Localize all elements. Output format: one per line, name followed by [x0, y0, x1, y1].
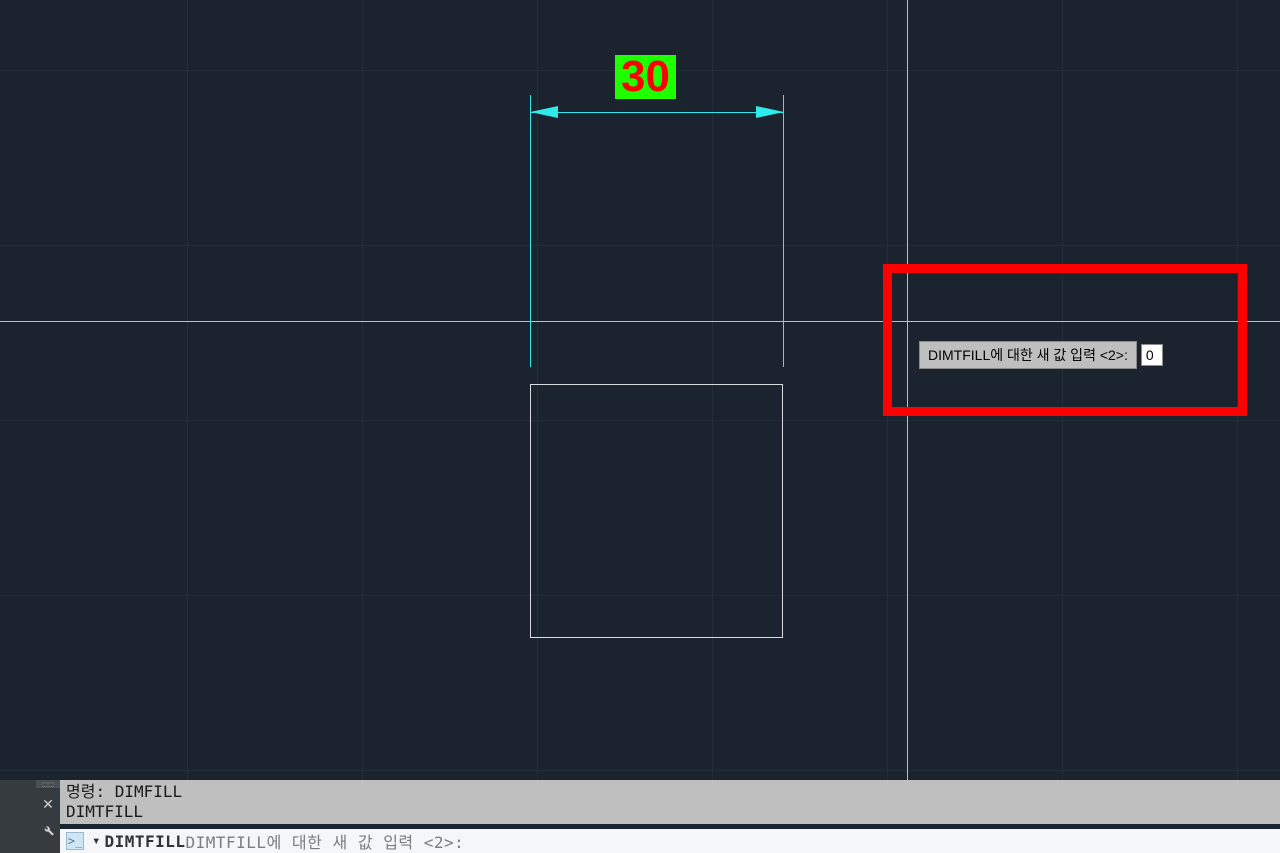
chevron-down-icon[interactable]: ▾	[88, 833, 104, 849]
command-panel: :::::: ✕ 명령: DIMFILL DIMTFILL >_ ▾ DIMTF…	[0, 780, 1280, 853]
command-suffix-text: DIMTFILL에 대한 새 값 입력 <2>:	[186, 829, 465, 853]
command-prompt-icon[interactable]: >_	[66, 832, 84, 850]
command-gutter: :::::: ✕	[0, 780, 60, 853]
command-active-text: DIMTFILL	[104, 832, 185, 851]
panel-drag-handle[interactable]: ::::::	[36, 780, 60, 788]
history-line: 명령: DIMFILL	[66, 782, 1274, 802]
dynamic-input-prompt[interactable]: DIMTFILL에 대한 새 값 입력 <2>:	[919, 341, 1163, 369]
command-history[interactable]: 명령: DIMFILL DIMTFILL	[60, 780, 1280, 824]
dimension-ext-right	[783, 95, 784, 367]
dimension-line	[530, 112, 784, 113]
close-icon[interactable]: ✕	[40, 796, 56, 812]
dimension-arrow-left	[530, 104, 560, 120]
rectangle-shape	[530, 384, 783, 638]
history-line: DIMTFILL	[66, 802, 1274, 822]
dimension-ext-left	[530, 95, 531, 367]
command-input-row[interactable]: >_ ▾ DIMTFILL DIMTFILL에 대한 새 값 입력 <2>:	[60, 829, 1280, 853]
annotation-highlight	[884, 265, 1246, 415]
dynamic-input-field[interactable]	[1141, 344, 1163, 366]
dynamic-input-label: DIMTFILL에 대한 새 값 입력 <2>:	[919, 341, 1137, 369]
dimension-text: 30	[615, 55, 676, 99]
dimension-arrow-right	[754, 104, 784, 120]
wrench-icon[interactable]	[40, 822, 56, 838]
model-space-canvas[interactable]: 30 DIMTFILL에 대한 새 값 입력 <2>:	[0, 0, 1280, 780]
